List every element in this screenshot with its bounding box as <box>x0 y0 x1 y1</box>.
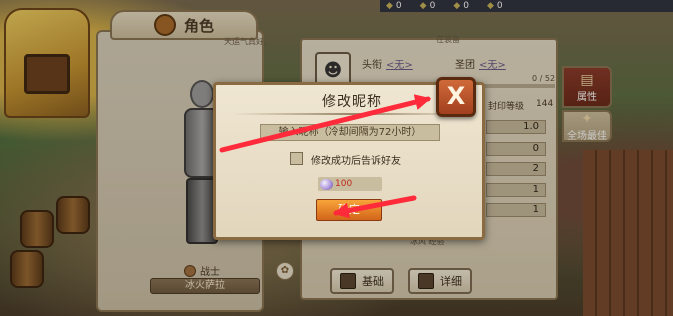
nickname-input[interactable] <box>260 124 440 141</box>
close-button[interactable]: X <box>436 77 476 117</box>
cost-value: 100 <box>335 179 353 189</box>
cost-display: 100 <box>318 177 382 191</box>
notify-friends-label: 修改成功后告诉好友 <box>311 156 401 167</box>
diamond-icon <box>320 178 333 190</box>
notify-friends-checkbox[interactable] <box>290 152 303 165</box>
confirm-button[interactable]: 确定 <box>316 199 382 221</box>
